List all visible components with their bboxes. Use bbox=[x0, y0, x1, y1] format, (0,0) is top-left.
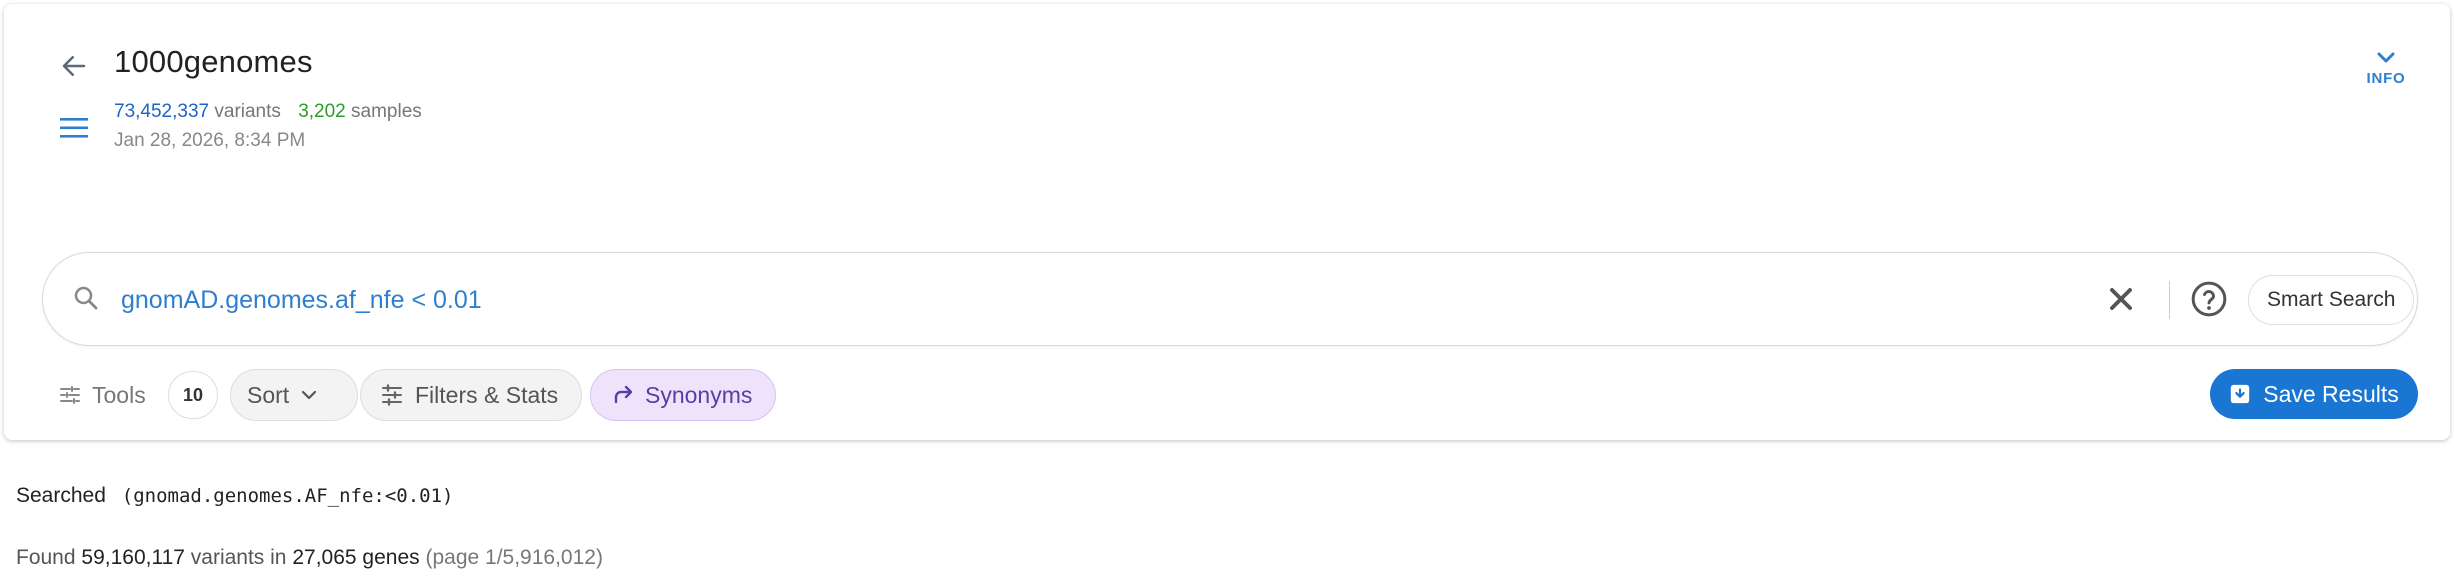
search-icon bbox=[74, 286, 98, 310]
chevron-down-icon bbox=[2377, 52, 2395, 63]
sort-label: Sort bbox=[247, 381, 290, 408]
dataset-stats: 73,452,337 variants 3,202 samples bbox=[114, 101, 422, 123]
samples-label: samples bbox=[351, 101, 422, 122]
variants-count[interactable]: 73,452,337 bbox=[114, 101, 209, 122]
help-circle-icon bbox=[2191, 281, 2227, 317]
synonyms-label: Synonyms bbox=[645, 381, 753, 408]
tools-button[interactable]: Tools bbox=[58, 369, 146, 421]
hamburger-icon bbox=[60, 118, 88, 138]
samples-count[interactable]: 3,202 bbox=[298, 101, 346, 122]
search-bar: Smart Search bbox=[42, 252, 2418, 346]
tune-icon bbox=[60, 386, 80, 404]
variants-in-label: variants in bbox=[190, 546, 287, 569]
found-genes-count: 27,065 bbox=[292, 546, 357, 569]
searched-label: Searched bbox=[16, 484, 106, 507]
help-button[interactable] bbox=[2189, 279, 2229, 324]
found-variants-count: 59,160,117 bbox=[81, 546, 185, 569]
searched-query: (gnomad.genomes.AF_nfe:<0.01) bbox=[121, 485, 454, 507]
filters-stats-button[interactable]: Filters & Stats bbox=[360, 369, 582, 421]
synonyms-button[interactable]: Synonyms bbox=[590, 369, 776, 421]
genes-label: genes bbox=[362, 546, 420, 569]
searched-query-line: Searched (gnomad.genomes.AF_nfe:<0.01) bbox=[16, 484, 453, 508]
page-size-badge[interactable]: 10 bbox=[168, 371, 218, 419]
page-title: 1000genomes bbox=[114, 44, 313, 79]
archive-save-icon bbox=[2231, 384, 2250, 404]
filters-label: Filters & Stats bbox=[415, 381, 559, 408]
close-icon bbox=[2110, 288, 2132, 310]
smart-search-button[interactable]: Smart Search bbox=[2248, 275, 2415, 325]
filter-sliders-icon bbox=[382, 384, 402, 406]
results-summary: Found 59,160,117 variants in 27,065 gene… bbox=[16, 546, 603, 570]
clear-search-button[interactable] bbox=[2103, 281, 2139, 322]
dataset-date: Jan 28, 2026, 8:34 PM bbox=[114, 130, 306, 151]
tools-label: Tools bbox=[92, 381, 146, 408]
info-label: INFO bbox=[2366, 70, 2406, 87]
found-prefix: Found bbox=[16, 546, 76, 569]
results-toolbar: Tools 10 Sort Filters & Stats Synonyms S… bbox=[58, 369, 2438, 421]
save-results-label: Save Results bbox=[2263, 380, 2399, 407]
chevron-down-icon bbox=[302, 390, 317, 400]
sort-dropdown[interactable]: Sort bbox=[230, 369, 358, 421]
back-button[interactable] bbox=[54, 48, 94, 84]
redirect-arrow-icon bbox=[614, 385, 633, 404]
menu-button[interactable] bbox=[54, 110, 94, 146]
variants-label: variants bbox=[214, 101, 281, 122]
page-info: (page 1/5,916,012) bbox=[425, 546, 603, 569]
arrow-left-icon bbox=[62, 56, 86, 76]
search-input[interactable] bbox=[121, 277, 2021, 323]
info-toggle-button[interactable]: INFO bbox=[2356, 50, 2416, 87]
search-divider bbox=[2169, 281, 2170, 319]
save-results-button[interactable]: Save Results bbox=[2210, 369, 2418, 419]
search-header-card: 1000genomes 73,452,337 variants 3,202 sa… bbox=[4, 4, 2450, 440]
